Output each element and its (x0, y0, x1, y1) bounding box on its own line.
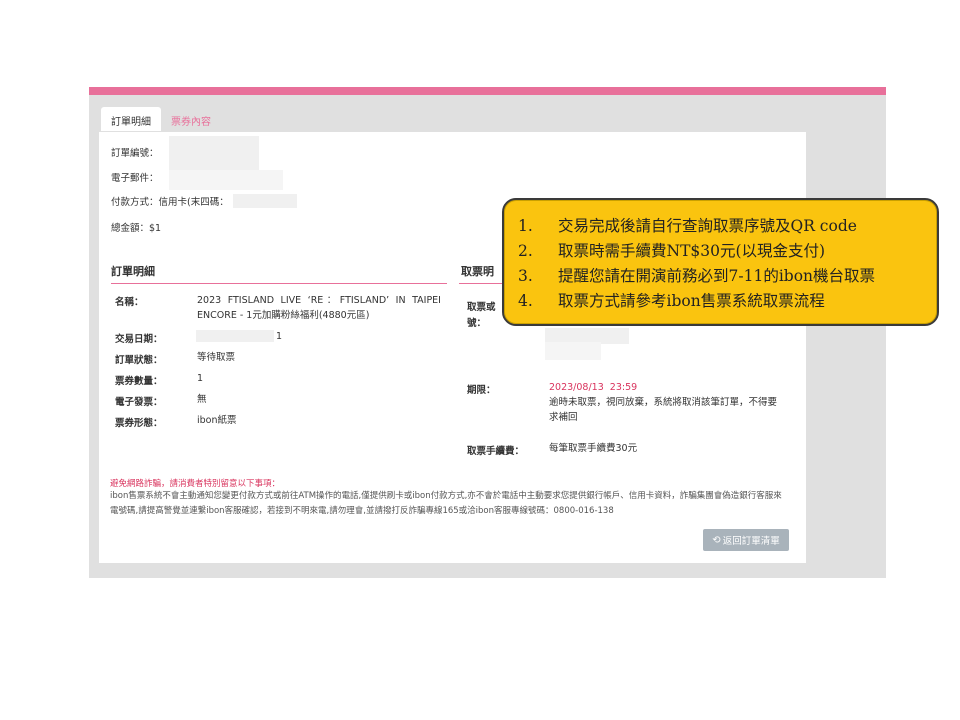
payment-method-label: 付款方式：信用卡(末四碼： (111, 197, 229, 208)
redacted-email (169, 170, 283, 190)
redacted-card-digits (233, 194, 297, 208)
deadline-note: 逾時未取票，視同放棄，系統將取消該筆訂單，不得要求補回 (549, 397, 778, 423)
name-value: 2023 FTISLAND LIVE ‘RE：FTISLAND’ IN TAIP… (197, 295, 441, 321)
order-frame: 訂單明細 票券內容 訂單編號： 電子郵件： 付款方式：信用卡(末四碼： 總金額：… (89, 87, 886, 578)
order-number-label: 訂單編號： (111, 148, 159, 159)
tab-bar: 訂單明細 票券內容 (101, 107, 221, 131)
notice-item: 4. 取票方式請參考ibon售票系統取票流程 (518, 292, 825, 310)
order-detail-divider (111, 283, 447, 284)
transaction-date-value: 1 (276, 331, 283, 342)
notice-item: 3. 提醒您請在開演前務必到7-11的ibon機台取票 (518, 267, 876, 285)
back-to-order-list-button[interactable]: ⟲ 返回訂單清單 (703, 529, 789, 551)
order-detail-title: 訂單明細 (111, 265, 155, 278)
notice-item: 1. 交易完成後請自行查詢取票序號及QR code (518, 217, 857, 235)
top-accent-bar (89, 87, 886, 95)
order-status-value: 等待取票 (197, 352, 236, 363)
notice-item: 2. 取票時需手續費NT$30元(以現金支付) (518, 242, 826, 260)
return-arrow-icon: ⟲ (712, 534, 721, 546)
total-amount: 總金額：$1 (111, 223, 162, 234)
tab-ticket-content[interactable]: 票券內容 (161, 107, 221, 131)
deadline-label: 期限： (467, 385, 496, 396)
e-invoice-value: 無 (197, 394, 207, 405)
fraud-warning-body: ibon售票系統不會主動通知您變更付款方式或前往ATM操作的電話,僅提供刷卡或i… (110, 491, 782, 516)
pickup-code-label-2: 號： (467, 318, 487, 329)
ticket-quantity-value: 1 (197, 373, 204, 384)
ticket-type-value: ibon紙票 (197, 415, 237, 426)
notice-callout: 1. 交易完成後請自行查詢取票序號及QR code 2. 取票時需手續費NT$30元… (502, 198, 939, 326)
pickup-fee-value: 每筆取票手續費30元 (549, 443, 638, 454)
ticket-type-label: 票券形態： (115, 418, 163, 429)
redacted-order-number (169, 136, 259, 170)
back-button-label: 返回訂單清單 (722, 536, 780, 547)
pickup-code-label: 取票或 (467, 302, 496, 313)
ticket-quantity-label: 票券數量： (115, 376, 163, 387)
order-status-label: 訂單狀態： (115, 355, 163, 366)
redacted-qr-code (545, 342, 601, 360)
name-label: 名稱： (115, 297, 144, 308)
e-invoice-label: 電子發票： (115, 397, 163, 408)
email-label: 電子郵件： (111, 173, 159, 184)
deadline-value: 2023/08/13 23:59 (549, 382, 638, 393)
pickup-detail-title: 取票明 (461, 265, 494, 278)
pickup-fee-label: 取票手續費： (467, 446, 525, 457)
transaction-date-label: 交易日期： (115, 334, 163, 345)
redacted-date (196, 330, 274, 342)
fraud-warning-title: 避免網路詐騙，請消費者特別留意以下事項： (110, 479, 281, 489)
tab-order-detail[interactable]: 訂單明細 (101, 107, 161, 131)
notice-list: 1. 交易完成後請自行查詢取票序號及QR code 2. 取票時需手續費NT$30元… (518, 214, 875, 314)
order-panel: 訂單編號： 電子郵件： 付款方式：信用卡(末四碼： 總金額：$1 訂單明細 名稱… (99, 132, 806, 563)
